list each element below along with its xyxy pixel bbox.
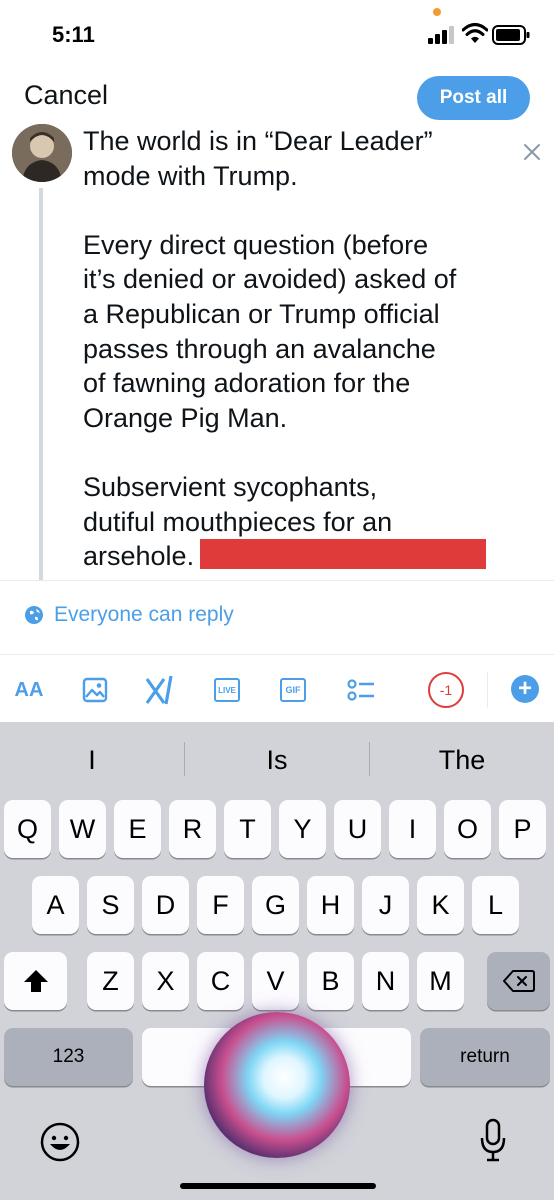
key-r[interactable]: R bbox=[169, 800, 216, 858]
grok-icon[interactable] bbox=[144, 672, 178, 708]
tweet-text-input[interactable]: The world is in “Dear Leader” mode with … bbox=[83, 124, 513, 574]
live-button[interactable]: LIVE bbox=[214, 672, 240, 708]
key-t[interactable]: T bbox=[224, 800, 271, 858]
suggestion-1[interactable]: I bbox=[0, 740, 184, 780]
key-l[interactable]: L bbox=[472, 876, 519, 934]
suggestion-2[interactable]: Is bbox=[185, 740, 369, 780]
reply-setting-button[interactable]: Everyone can reply bbox=[24, 603, 234, 627]
divider bbox=[0, 580, 554, 581]
close-icon[interactable] bbox=[520, 140, 544, 164]
poll-icon[interactable] bbox=[346, 672, 376, 708]
toolbar-divider bbox=[487, 672, 488, 708]
live-icon: LIVE bbox=[214, 678, 240, 702]
status-time: 5:11 bbox=[52, 22, 95, 47]
privacy-indicator bbox=[433, 8, 441, 16]
globe-icon bbox=[25, 606, 43, 624]
key-d[interactable]: D bbox=[142, 876, 189, 934]
character-counter: -1 bbox=[428, 672, 464, 708]
key-m[interactable]: M bbox=[417, 952, 464, 1010]
home-indicator[interactable] bbox=[180, 1183, 376, 1189]
post-all-button[interactable]: Post all bbox=[417, 76, 530, 120]
text-style-button[interactable]: AA bbox=[12, 672, 46, 708]
redaction-bar bbox=[200, 539, 487, 570]
cancel-button[interactable]: Cancel bbox=[24, 80, 108, 111]
key-a[interactable]: A bbox=[32, 876, 79, 934]
text-style-label: AA bbox=[14, 678, 44, 701]
suggestion-3[interactable]: The bbox=[370, 740, 554, 780]
key-y[interactable]: Y bbox=[279, 800, 326, 858]
avatar[interactable] bbox=[12, 124, 72, 182]
thread-line bbox=[39, 188, 43, 580]
key-f[interactable]: F bbox=[197, 876, 244, 934]
backspace-key[interactable] bbox=[487, 952, 550, 1010]
numbers-key[interactable]: 123 bbox=[4, 1028, 133, 1086]
key-w[interactable]: W bbox=[59, 800, 106, 858]
reply-setting-label: Everyone can reply bbox=[54, 603, 234, 626]
key-o[interactable]: O bbox=[444, 800, 491, 858]
key-s[interactable]: S bbox=[87, 876, 134, 934]
tweet-text: The world is in “Dear Leader” mode with … bbox=[83, 126, 457, 572]
key-u[interactable]: U bbox=[334, 800, 381, 858]
siri-orb bbox=[204, 1012, 350, 1158]
mic-icon[interactable] bbox=[478, 1118, 508, 1164]
backspace-icon bbox=[502, 970, 535, 992]
divider bbox=[0, 654, 554, 655]
key-n[interactable]: N bbox=[362, 952, 409, 1010]
key-e[interactable]: E bbox=[114, 800, 161, 858]
key-g[interactable]: G bbox=[252, 876, 299, 934]
battery-icon bbox=[492, 25, 530, 45]
key-h[interactable]: H bbox=[307, 876, 354, 934]
shift-icon bbox=[23, 970, 48, 992]
key-x[interactable]: X bbox=[142, 952, 189, 1010]
wifi-icon bbox=[462, 23, 488, 43]
gif-icon: GIF bbox=[280, 678, 306, 702]
signal-icon bbox=[428, 26, 454, 44]
key-c[interactable]: C bbox=[197, 952, 244, 1010]
emoji-icon[interactable] bbox=[38, 1120, 82, 1164]
key-j[interactable]: J bbox=[362, 876, 409, 934]
key-q[interactable]: Q bbox=[4, 800, 51, 858]
key-k[interactable]: K bbox=[417, 876, 464, 934]
shift-key[interactable] bbox=[4, 952, 67, 1010]
key-i[interactable]: I bbox=[389, 800, 436, 858]
key-p[interactable]: P bbox=[499, 800, 546, 858]
key-z[interactable]: Z bbox=[87, 952, 134, 1010]
plus-icon[interactable]: + bbox=[511, 675, 539, 703]
key-v[interactable]: V bbox=[252, 952, 299, 1010]
key-b[interactable]: B bbox=[307, 952, 354, 1010]
return-key[interactable]: return bbox=[420, 1028, 550, 1086]
image-icon[interactable] bbox=[82, 672, 108, 708]
gif-button[interactable]: GIF bbox=[280, 672, 306, 708]
